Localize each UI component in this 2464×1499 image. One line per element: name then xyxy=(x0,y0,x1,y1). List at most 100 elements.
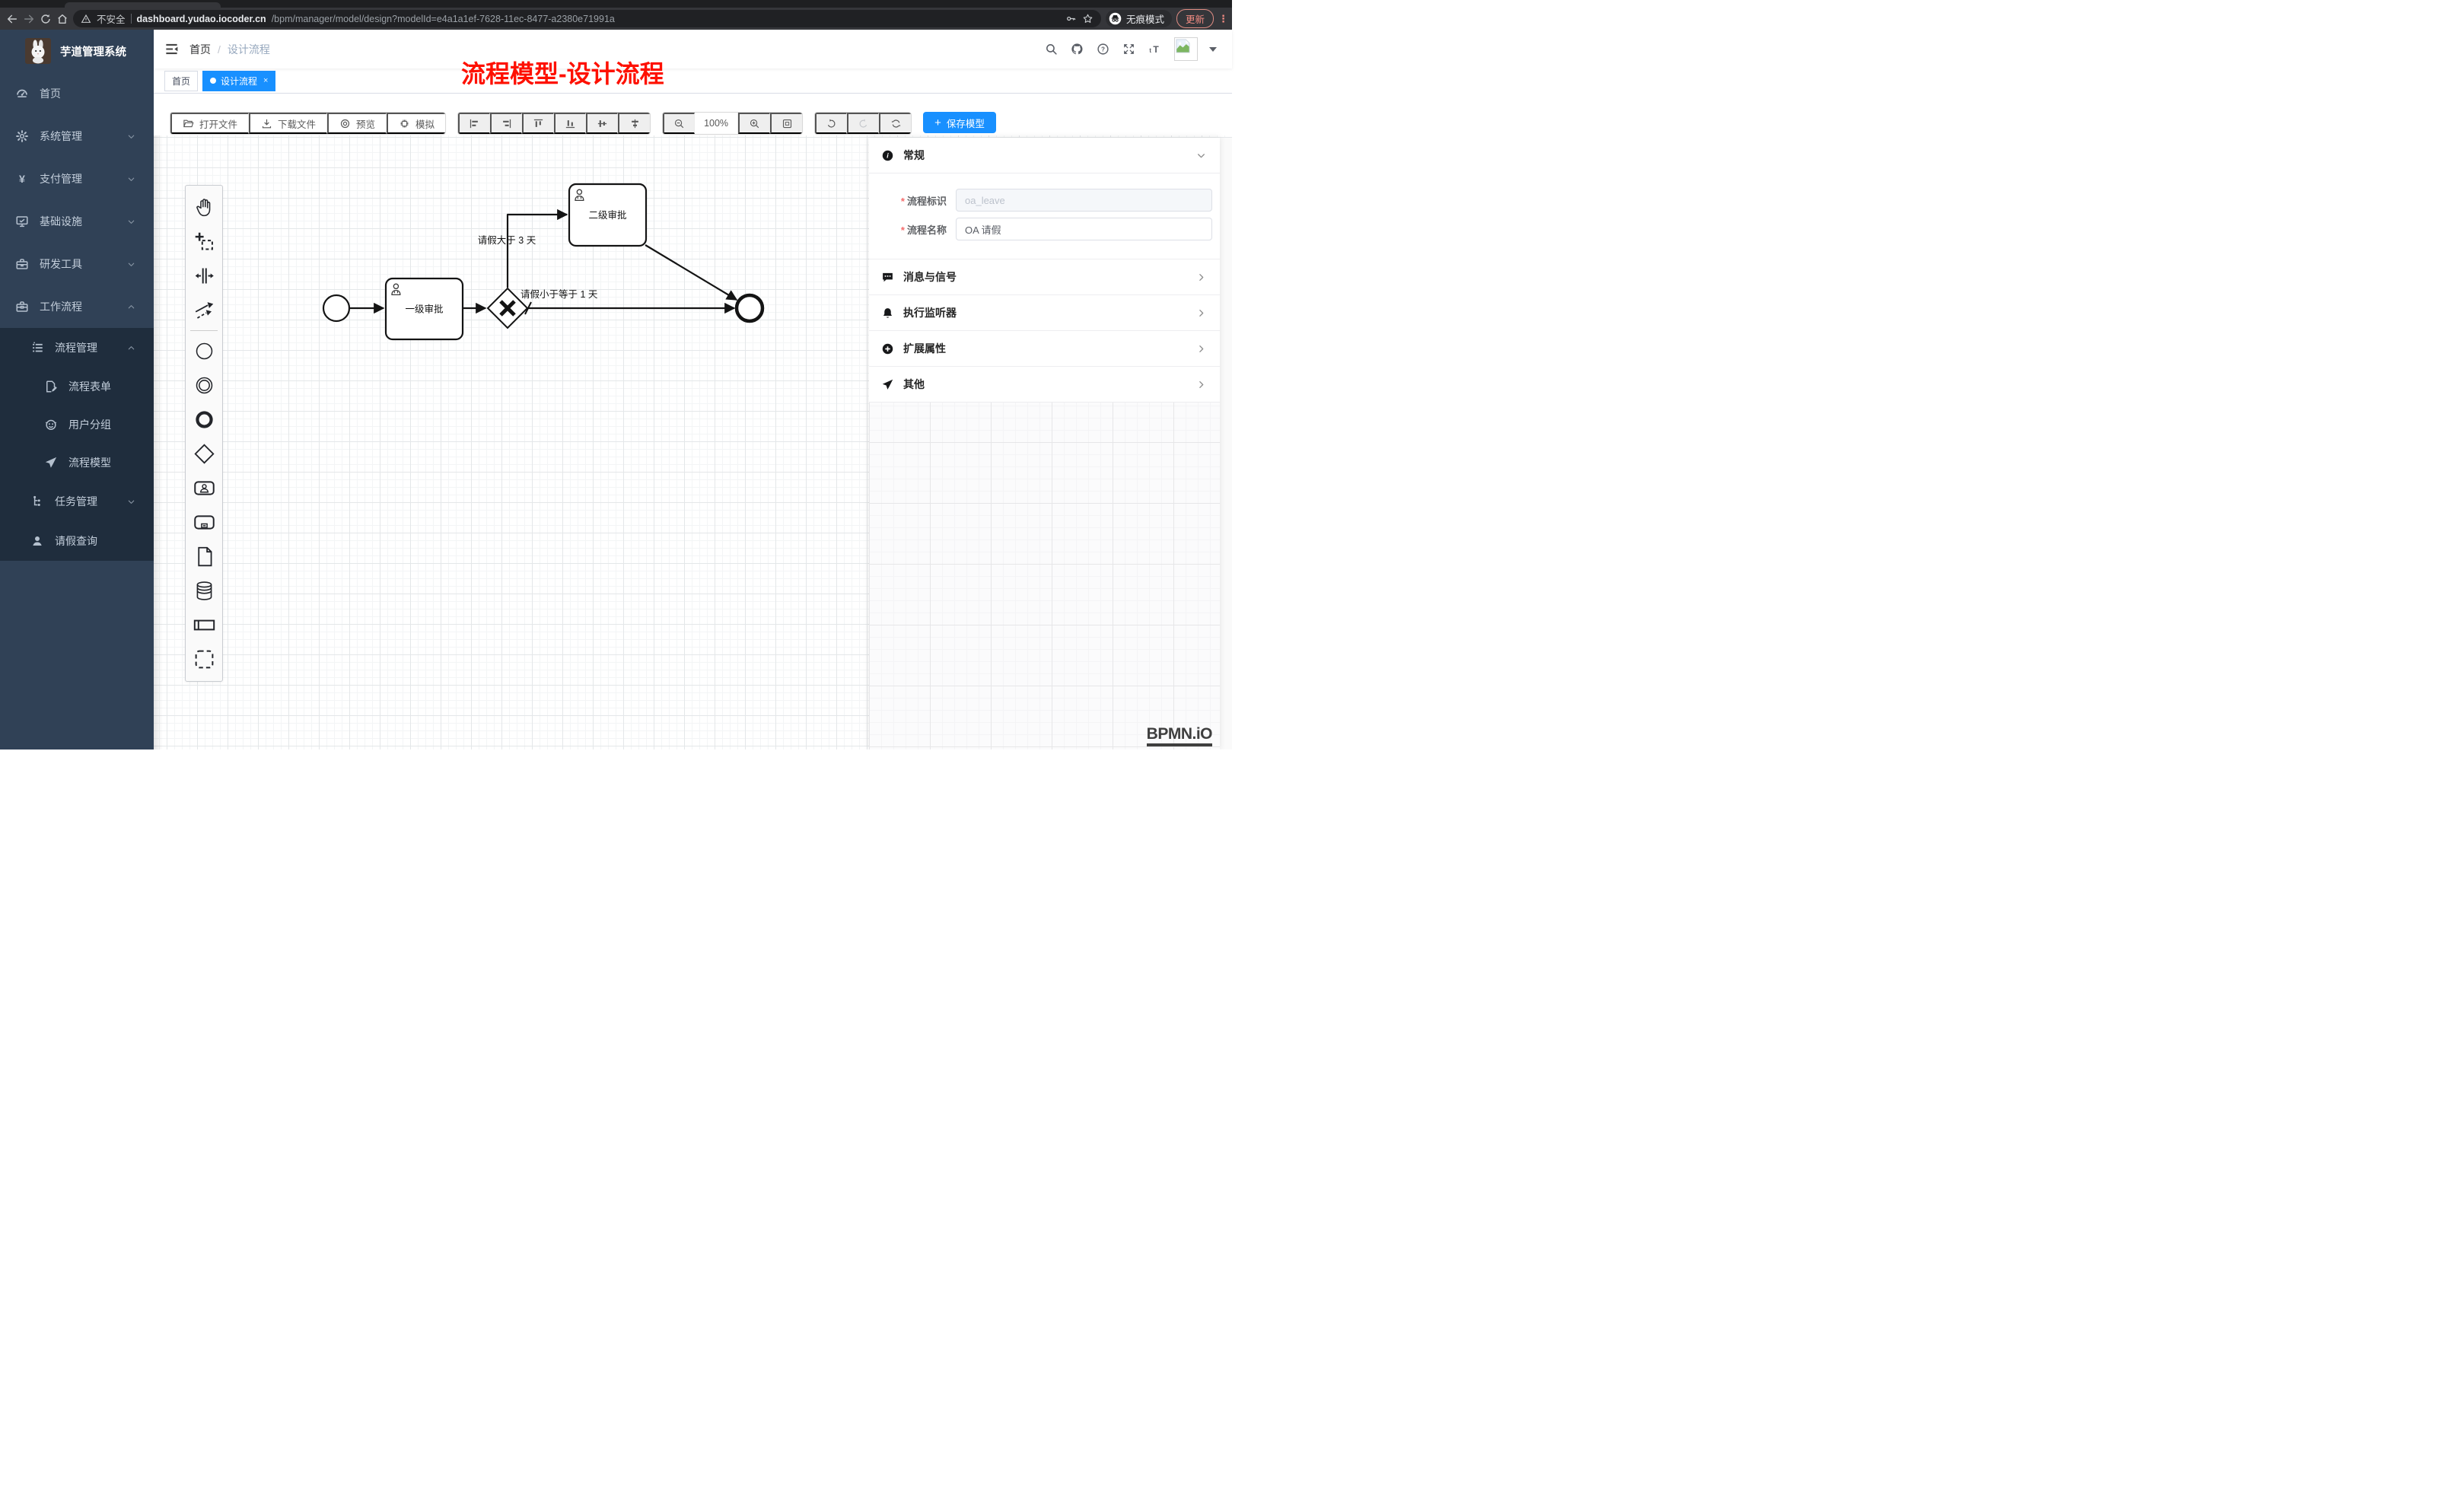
preview-button[interactable]: 预览 xyxy=(327,113,387,134)
github-icon[interactable] xyxy=(1071,43,1084,56)
browser-chrome: 不安全 dashboard.yudao.iocoder.cn/bpm/manag… xyxy=(0,0,1232,30)
palette-space-tool[interactable] xyxy=(186,259,222,293)
bpmn-edge-flow-second-to-end[interactable] xyxy=(645,245,737,300)
incognito-icon xyxy=(1109,12,1122,25)
sidebar-item-home[interactable]: 首页 xyxy=(0,72,154,115)
sidebar-item-process-mgmt[interactable]: 流程管理 xyxy=(0,328,154,368)
search-icon[interactable] xyxy=(1045,43,1058,56)
refresh-button[interactable] xyxy=(879,113,911,134)
bpmn-edge-flow-gt-3-days[interactable] xyxy=(508,215,567,288)
sidebar-item-devtools[interactable]: 研发工具 xyxy=(0,243,154,285)
sidebar-item-user-group[interactable]: 用户分组 xyxy=(0,406,154,444)
breadcrumb-home[interactable]: 首页 xyxy=(189,42,211,57)
chevron-down-icon[interactable] xyxy=(1196,151,1206,161)
palette-create-data-store[interactable] xyxy=(186,574,222,608)
sidebar-item-infra[interactable]: 基础设施 xyxy=(0,200,154,243)
help-icon[interactable]: ? xyxy=(1097,43,1109,56)
sidebar-item-system[interactable]: 系统管理 xyxy=(0,115,154,158)
props-section-message-signal[interactable]: 消息与信号 xyxy=(869,259,1220,295)
fit-button[interactable] xyxy=(770,113,802,134)
redo-button[interactable] xyxy=(847,113,879,134)
save-model-button[interactable]: + 保存模型 xyxy=(923,112,996,133)
redo-icon xyxy=(858,118,869,129)
palette-create-user-task[interactable] xyxy=(186,471,222,505)
forward-icon[interactable] xyxy=(23,13,35,25)
tag-design-process[interactable]: 设计流程 × xyxy=(202,71,275,91)
zoom-out-button[interactable] xyxy=(663,113,695,134)
data-store-icon xyxy=(193,580,215,602)
form-icon xyxy=(44,380,58,393)
download-file-button[interactable]: 下载文件 xyxy=(249,113,327,134)
lasso-tool-icon xyxy=(193,231,215,253)
browser-menu-icon[interactable]: ⋮ xyxy=(1218,14,1226,24)
refresh-icon xyxy=(890,118,902,129)
tag-home[interactable]: 首页 xyxy=(164,71,198,91)
sidebar-item-payment[interactable]: ¥支付管理 xyxy=(0,158,154,200)
download-file-label: 下载文件 xyxy=(278,116,316,131)
browser-tab-strip xyxy=(0,0,1232,8)
palette-create-data-object[interactable] xyxy=(186,539,222,574)
not-secure-label: 不安全 xyxy=(97,11,126,26)
reload-icon[interactable] xyxy=(40,13,52,25)
avatar[interactable] xyxy=(1174,37,1198,61)
open-file-button[interactable]: 打开文件 xyxy=(170,113,249,134)
palette-create-subprocess[interactable] xyxy=(186,505,222,539)
process-name-input[interactable] xyxy=(956,218,1212,240)
sidebar: 芋道管理系统 首页系统管理¥支付管理基础设施研发工具工作流程流程管理流程表单用户… xyxy=(0,30,154,750)
palette-create-end-event[interactable] xyxy=(186,403,222,437)
props-section-general[interactable]: i 常规 xyxy=(869,138,1220,173)
not-secure-warning-icon[interactable] xyxy=(81,14,91,24)
sidebar-item-workflow[interactable]: 工作流程 xyxy=(0,285,154,328)
plus-icon: + xyxy=(934,117,941,129)
tag-close-icon[interactable]: × xyxy=(263,76,268,85)
align-right-button[interactable] xyxy=(490,113,522,134)
sidebar-item-task-mgmt[interactable]: 任务管理 xyxy=(0,482,154,521)
palette-create-start-event[interactable] xyxy=(186,334,222,368)
svg-text:?: ? xyxy=(1101,46,1105,53)
browser-tab[interactable] xyxy=(65,2,221,8)
bookmark-star-icon[interactable] xyxy=(1082,13,1094,24)
sidebar-item-leave-query[interactable]: 请假查询 xyxy=(0,521,154,561)
palette-create-intermediate-event[interactable] xyxy=(186,368,222,403)
font-size-icon[interactable]: tT xyxy=(1148,43,1161,56)
bpmn-node-start-event[interactable] xyxy=(323,295,349,321)
sidebar-collapse-icon[interactable] xyxy=(164,42,179,56)
props-section-execution-listener[interactable]: 执行监听器 xyxy=(869,295,1220,331)
align-bottom-button[interactable] xyxy=(554,113,586,134)
home-icon[interactable] xyxy=(56,13,68,25)
align-middle-button[interactable] xyxy=(586,113,618,134)
palette-hand-tool[interactable] xyxy=(186,190,222,224)
zoom-in-button[interactable] xyxy=(738,113,770,134)
app-logo[interactable]: 芋道管理系统 xyxy=(0,30,154,72)
align-center-button[interactable] xyxy=(618,113,650,134)
palette-global-connect-tool[interactable] xyxy=(186,293,222,327)
simulate-button[interactable]: 模拟 xyxy=(387,113,445,134)
save-model-label: 保存模型 xyxy=(947,116,985,130)
back-icon[interactable] xyxy=(6,13,18,25)
gateway-icon xyxy=(193,443,215,465)
user-task-icon xyxy=(193,477,215,499)
bpmn-io-watermark[interactable]: BPMN.iO xyxy=(1147,726,1212,746)
undo-button[interactable] xyxy=(815,113,847,134)
fullscreen-icon[interactable] xyxy=(1122,43,1135,56)
align-left-button[interactable] xyxy=(458,113,490,134)
palette-create-group[interactable] xyxy=(186,642,222,676)
palette-create-participant[interactable] xyxy=(186,608,222,642)
bpmn-node-end-event[interactable] xyxy=(737,295,762,321)
palette-lasso-tool[interactable] xyxy=(186,224,222,259)
props-section-other[interactable]: 其他 xyxy=(869,367,1220,403)
bpmn-node-label: 二级审批 xyxy=(588,209,626,221)
url-bar[interactable]: 不安全 dashboard.yudao.iocoder.cn/bpm/manag… xyxy=(73,10,1101,27)
sidebar-item-process-form[interactable]: 流程表单 xyxy=(0,368,154,406)
incognito-label: 无痕模式 xyxy=(1126,11,1164,26)
props-section-extension-attributes[interactable]: 扩展属性 xyxy=(869,331,1220,367)
password-key-icon[interactable] xyxy=(1065,13,1077,24)
avatar-dropdown-icon[interactable] xyxy=(1209,47,1217,52)
process-key-input[interactable] xyxy=(956,189,1212,212)
sidebar-item-process-model[interactable]: 流程模型 xyxy=(0,444,154,482)
browser-update-button[interactable]: 更新 xyxy=(1176,9,1214,28)
align-top-button[interactable] xyxy=(522,113,554,134)
palette-create-gateway[interactable] xyxy=(186,437,222,471)
props-section-title: 常规 xyxy=(903,148,925,163)
scrollbar-gutter[interactable] xyxy=(1220,138,1232,750)
